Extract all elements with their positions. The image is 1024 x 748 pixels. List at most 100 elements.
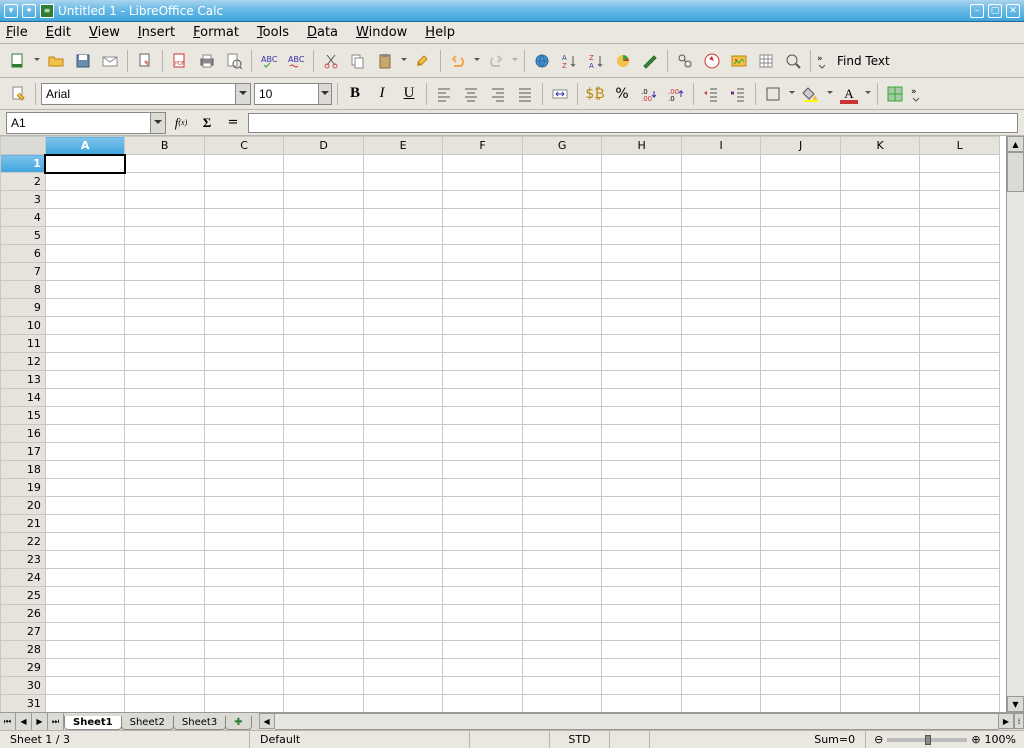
cell-E12[interactable] (363, 353, 443, 371)
cell-K29[interactable] (840, 659, 920, 677)
cell-K30[interactable] (840, 677, 920, 695)
format-paintbrush-button[interactable] (411, 49, 435, 73)
cell-J27[interactable] (761, 623, 841, 641)
cell-K2[interactable] (840, 173, 920, 191)
cell-B13[interactable] (125, 371, 205, 389)
cell-D12[interactable] (284, 353, 364, 371)
cell-K7[interactable] (840, 263, 920, 281)
cell-G21[interactable] (522, 515, 602, 533)
cell-L24[interactable] (920, 569, 1000, 587)
cell-K27[interactable] (840, 623, 920, 641)
cell-E10[interactable] (363, 317, 443, 335)
minimize-button[interactable]: – (970, 4, 984, 18)
font-name-dropdown[interactable] (235, 84, 250, 104)
cell-F4[interactable] (443, 209, 523, 227)
cell-B3[interactable] (125, 191, 205, 209)
cell-L22[interactable] (920, 533, 1000, 551)
cell-B10[interactable] (125, 317, 205, 335)
row-header-8[interactable]: 8 (1, 281, 46, 299)
cell-D8[interactable] (284, 281, 364, 299)
cell-D25[interactable] (284, 587, 364, 605)
cell-K11[interactable] (840, 335, 920, 353)
cell-L26[interactable] (920, 605, 1000, 623)
cell-A23[interactable] (45, 551, 125, 569)
scroll-left-button[interactable]: ◀ (259, 713, 275, 729)
cell-D21[interactable] (284, 515, 364, 533)
row-header-29[interactable]: 29 (1, 659, 46, 677)
cell-D20[interactable] (284, 497, 364, 515)
sheet-tab-sheet3[interactable]: Sheet3 (173, 716, 226, 730)
print-button[interactable] (195, 49, 219, 73)
cell-H25[interactable] (602, 587, 682, 605)
cell-F28[interactable] (443, 641, 523, 659)
row-header-17[interactable]: 17 (1, 443, 46, 461)
row-header-26[interactable]: 26 (1, 605, 46, 623)
zoom-button[interactable] (781, 49, 805, 73)
cell-H17[interactable] (602, 443, 682, 461)
cell-A2[interactable] (45, 173, 125, 191)
row-header-13[interactable]: 13 (1, 371, 46, 389)
cell-F21[interactable] (443, 515, 523, 533)
bold-button[interactable]: B (343, 82, 367, 106)
cell-D31[interactable] (284, 695, 364, 713)
cell-E20[interactable] (363, 497, 443, 515)
cell-E14[interactable] (363, 389, 443, 407)
italic-button[interactable]: I (370, 82, 394, 106)
cell-B17[interactable] (125, 443, 205, 461)
cell-B6[interactable] (125, 245, 205, 263)
cell-G2[interactable] (522, 173, 602, 191)
cell-F20[interactable] (443, 497, 523, 515)
cell-H6[interactable] (602, 245, 682, 263)
cell-B24[interactable] (125, 569, 205, 587)
hscroll-split[interactable]: ⁞ (1014, 713, 1024, 729)
cell-G11[interactable] (522, 335, 602, 353)
cell-E23[interactable] (363, 551, 443, 569)
status-style[interactable]: Default (250, 731, 470, 748)
cell-H10[interactable] (602, 317, 682, 335)
cell-I30[interactable] (681, 677, 761, 695)
cell-K26[interactable] (840, 605, 920, 623)
sheet-tab-sheet2[interactable]: Sheet2 (121, 716, 174, 730)
cell-B12[interactable] (125, 353, 205, 371)
cell-G14[interactable] (522, 389, 602, 407)
cell-L30[interactable] (920, 677, 1000, 695)
row-header-4[interactable]: 4 (1, 209, 46, 227)
cell-L31[interactable] (920, 695, 1000, 713)
row-header-11[interactable]: 11 (1, 335, 46, 353)
cell-I21[interactable] (681, 515, 761, 533)
cell-I10[interactable] (681, 317, 761, 335)
function-wizard-button[interactable]: f(x) (170, 113, 192, 133)
cell-F6[interactable] (443, 245, 523, 263)
new-button[interactable] (6, 49, 30, 73)
cell-I23[interactable] (681, 551, 761, 569)
cell-G29[interactable] (522, 659, 602, 677)
window-menu-button[interactable]: ▾ (4, 4, 18, 18)
cell-H21[interactable] (602, 515, 682, 533)
cell-L23[interactable] (920, 551, 1000, 569)
cell-E3[interactable] (363, 191, 443, 209)
cell-I19[interactable] (681, 479, 761, 497)
cell-C8[interactable] (204, 281, 284, 299)
row-header-18[interactable]: 18 (1, 461, 46, 479)
save-button[interactable] (71, 49, 95, 73)
format-overflow[interactable]: » (910, 82, 922, 106)
cell-I31[interactable] (681, 695, 761, 713)
cell-E22[interactable] (363, 533, 443, 551)
cell-C12[interactable] (204, 353, 284, 371)
cell-E8[interactable] (363, 281, 443, 299)
cell-K6[interactable] (840, 245, 920, 263)
cell-J19[interactable] (761, 479, 841, 497)
cell-H23[interactable] (602, 551, 682, 569)
cell-K17[interactable] (840, 443, 920, 461)
cell-G10[interactable] (522, 317, 602, 335)
column-header-B[interactable]: B (125, 137, 205, 155)
undo-button[interactable] (446, 49, 470, 73)
cell-L12[interactable] (920, 353, 1000, 371)
cell-B29[interactable] (125, 659, 205, 677)
cell-C16[interactable] (204, 425, 284, 443)
cell-B26[interactable] (125, 605, 205, 623)
cell-D24[interactable] (284, 569, 364, 587)
formula-input[interactable] (248, 113, 1018, 133)
cell-D4[interactable] (284, 209, 364, 227)
row-header-27[interactable]: 27 (1, 623, 46, 641)
